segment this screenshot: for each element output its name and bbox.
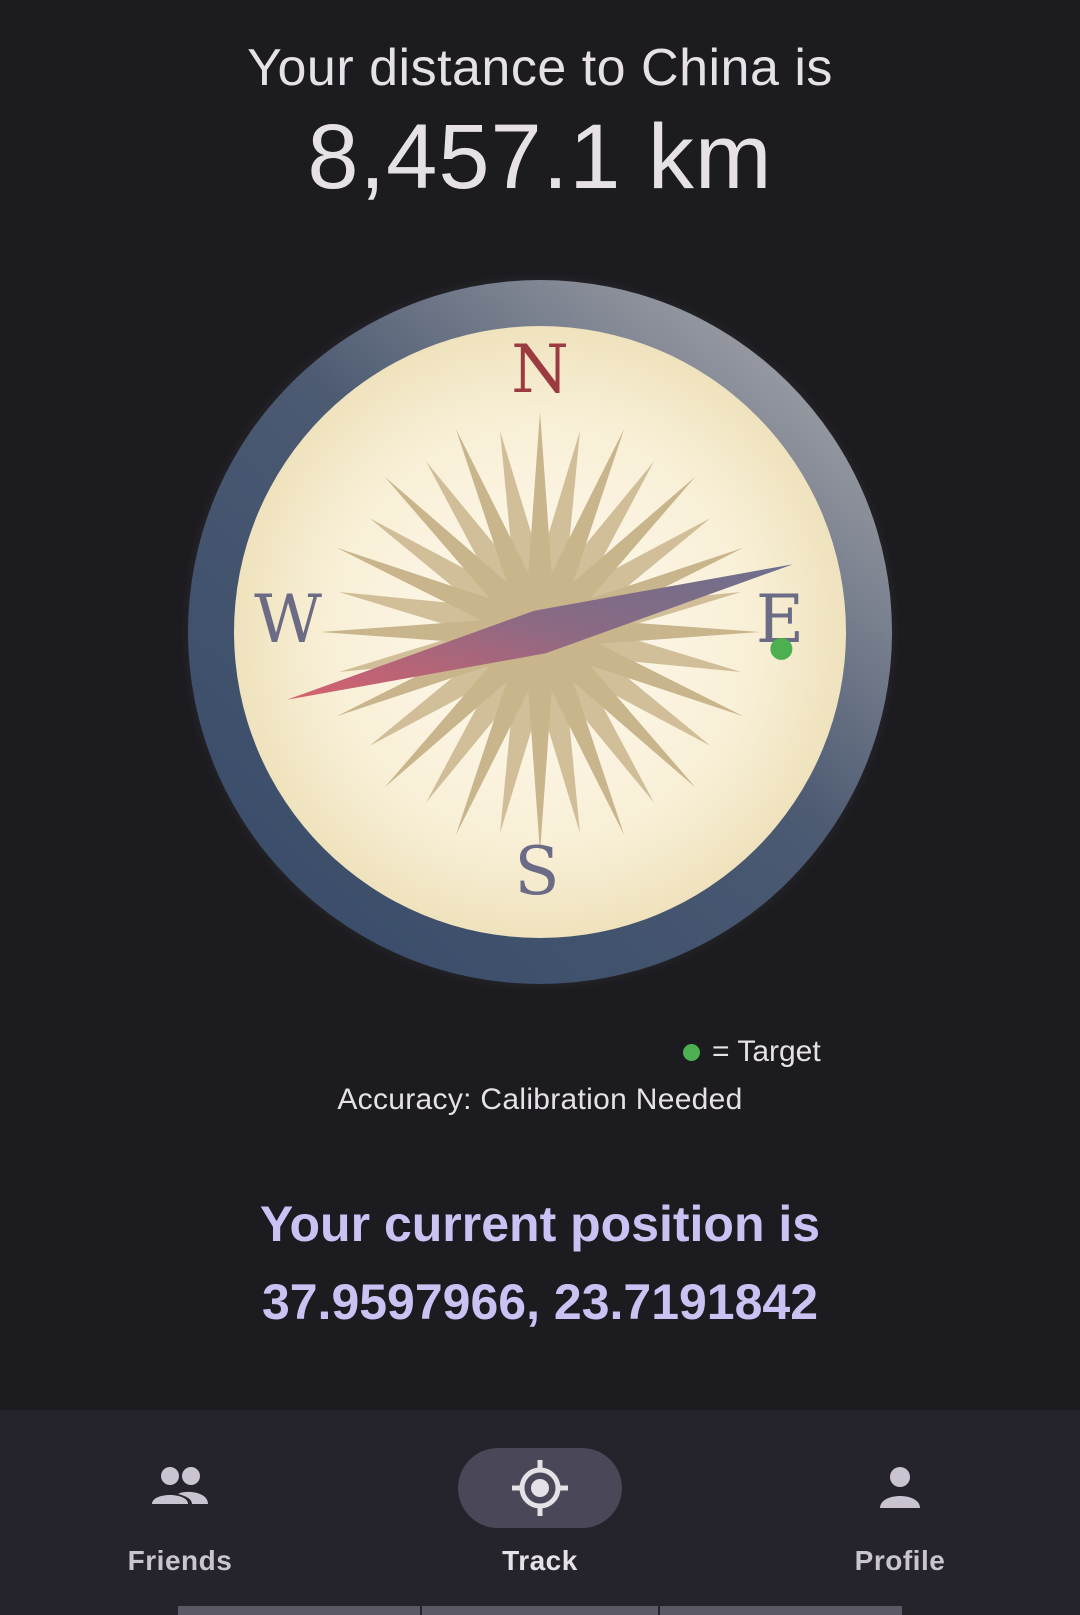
nav-friends-icon-container — [98, 1448, 262, 1528]
nav-item-track[interactable]: Track — [360, 1410, 720, 1615]
nav-item-friends[interactable]: Friends — [0, 1410, 360, 1615]
nav-item-profile[interactable]: Profile — [720, 1410, 1080, 1615]
distance-value: 8,457.1 km — [307, 106, 773, 208]
nav-label-track: Track — [502, 1545, 578, 1576]
gps-target-icon — [512, 1460, 568, 1516]
target-legend: = Target — [683, 1035, 821, 1069]
target-dot-icon — [683, 1043, 700, 1061]
nav-profile-icon-container — [818, 1448, 982, 1528]
nav-label-profile: Profile — [854, 1545, 946, 1576]
position-coordinates: 37.9597966, 23.7191842 — [261, 1274, 819, 1330]
target-legend-label: = Target — [712, 1035, 821, 1068]
person-icon — [880, 1467, 920, 1508]
west-label: W — [254, 581, 322, 658]
drag-handle-left — [178, 1606, 420, 1615]
south-label: S — [514, 833, 559, 910]
distance-headline: Your distance to China is — [247, 39, 833, 97]
accuracy-status: Accuracy: Calibration Needed — [337, 1083, 743, 1116]
north-label: N — [511, 331, 569, 408]
compass-graphic: N S E W — [180, 272, 900, 992]
drag-handle-center — [422, 1606, 658, 1615]
drag-handle-right — [660, 1606, 902, 1615]
target-marker — [770, 637, 793, 660]
compass: N S E W — [180, 272, 900, 992]
nav-track-icon-container — [458, 1448, 622, 1528]
nav-label-friends: Friends — [127, 1545, 233, 1576]
bottom-navigation: Friends Track Profile — [0, 1410, 1080, 1615]
position-title: Your current position is — [259, 1196, 821, 1252]
track-screen: Your distance to China is 8,457.1 km N S… — [0, 0, 1080, 1615]
group-icon — [152, 1467, 208, 1504]
